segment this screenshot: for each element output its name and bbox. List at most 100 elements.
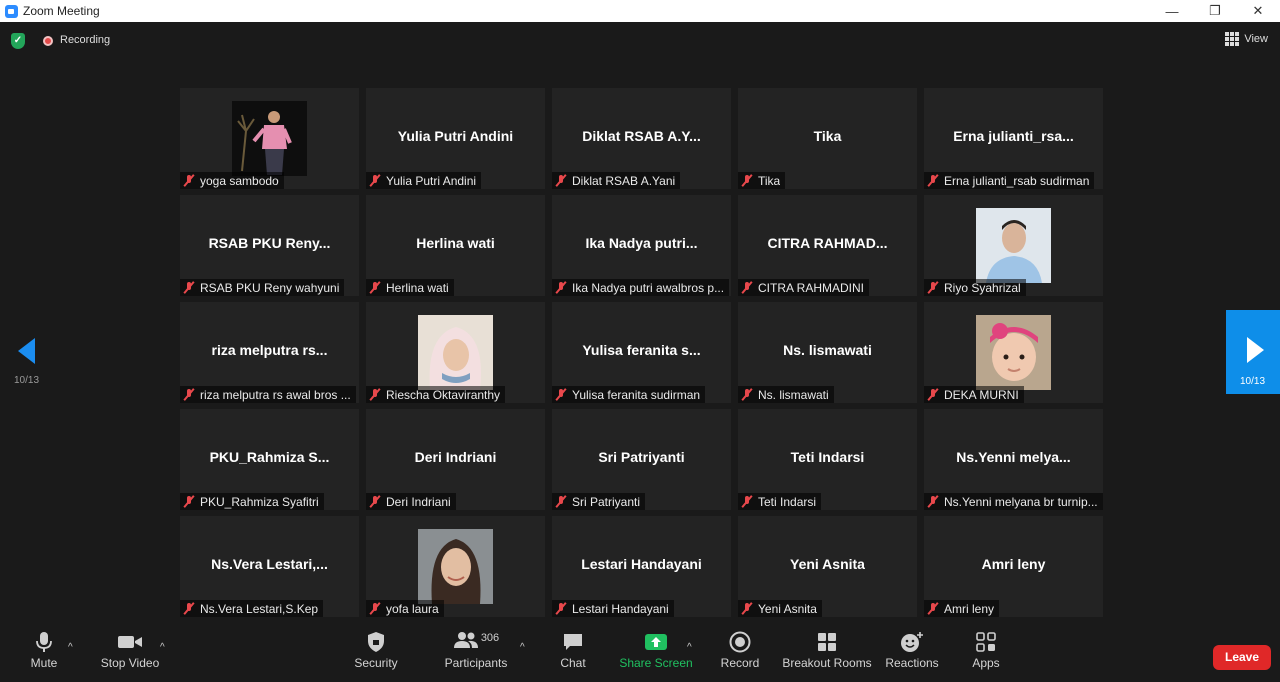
participant-display-name: CITRA RAHMAD...	[767, 235, 888, 251]
participant-display-name: Sri Patriyanti	[598, 449, 685, 465]
next-page-button[interactable]: 10/13	[1226, 310, 1280, 394]
participant-tile[interactable]: Ns.Vera Lestari,... Ns.Vera Lestari,S.Kep	[180, 516, 359, 617]
participant-tile[interactable]: RSAB PKU Reny... RSAB PKU Reny wahyuni	[180, 195, 359, 296]
participant-tile[interactable]: Diklat RSAB A.Y... Diklat RSAB A.Yani	[552, 88, 731, 189]
window-title: Zoom Meeting	[23, 4, 100, 18]
participant-tile[interactable]: Riescha Oktaviranthy	[366, 302, 545, 403]
participant-display-name: riza melputra rs...	[211, 342, 328, 358]
participant-tile[interactable]: Deri Indriani Deri Indriani	[366, 409, 545, 510]
participant-name-label: PKU_Rahmiza Syafitri	[200, 494, 319, 509]
participant-name-label: Lestari Handayani	[572, 601, 669, 616]
reactions-label: Reactions	[885, 656, 939, 670]
participant-name-tag: Yeni Asnita	[738, 600, 822, 617]
record-icon	[729, 628, 751, 656]
encryption-shield-icon[interactable]: ✓	[11, 33, 25, 49]
record-button[interactable]: Record	[720, 628, 760, 682]
muted-microphone-icon	[554, 495, 568, 508]
participant-tile[interactable]: PKU_Rahmiza S... PKU_Rahmiza Syafitri	[180, 409, 359, 510]
participant-tile[interactable]: yofa laura	[366, 516, 545, 617]
meeting-toolbar: Mute ^ Stop Video ^ Security 306 Partici…	[0, 628, 1280, 682]
participant-tile[interactable]: Ns. lismawati Ns. lismawati	[738, 302, 917, 403]
participant-name-tag: yoga sambodo	[180, 172, 284, 189]
participant-name-label: Ika Nadya putri awalbros p...	[572, 280, 725, 295]
participant-tile[interactable]: Ika Nadya putri... Ika Nadya putri awalbr…	[552, 195, 731, 296]
record-label: Record	[720, 656, 760, 670]
security-button[interactable]: Security	[352, 628, 400, 682]
participant-display-name: Yeni Asnita	[790, 556, 865, 572]
participants-people-icon	[453, 631, 479, 654]
mute-button[interactable]: Mute	[24, 628, 64, 682]
grid-view-icon	[1225, 32, 1240, 46]
participant-name-tag: Herlina wati	[366, 279, 454, 296]
meeting-topbar: ✓ Recording View	[0, 22, 1280, 60]
breakout-rooms-button[interactable]: Breakout Rooms	[782, 628, 872, 682]
share-screen-label: Share Screen	[619, 656, 693, 670]
participants-label: Participants	[444, 656, 508, 670]
participant-display-name: PKU_Rahmiza S...	[209, 449, 330, 465]
video-camera-icon	[117, 628, 143, 656]
audio-options-caret-icon[interactable]: ^	[68, 642, 73, 653]
participants-button[interactable]: 306 Participants	[444, 628, 508, 682]
muted-microphone-icon	[926, 602, 940, 615]
leave-button[interactable]: Leave	[1213, 645, 1271, 670]
muted-microphone-icon	[740, 388, 754, 401]
participant-tile[interactable]: Tika Tika	[738, 88, 917, 189]
participant-tile[interactable]: Teti Indarsi Teti Indarsi	[738, 409, 917, 510]
video-options-caret-icon[interactable]: ^	[160, 642, 165, 653]
participant-name-tag: yofa laura	[366, 600, 444, 617]
participant-name-label: CITRA RAHMADINI	[758, 280, 865, 295]
share-screen-icon	[644, 628, 668, 656]
minimize-button[interactable]: —	[1150, 0, 1194, 22]
share-screen-button[interactable]: Share Screen	[619, 628, 693, 682]
participant-name-tag: DEKA MURNI	[924, 386, 1024, 403]
reactions-button[interactable]: Reactions	[885, 628, 939, 682]
muted-microphone-icon	[368, 602, 382, 615]
apps-button[interactable]: Apps	[968, 628, 1004, 682]
chat-button[interactable]: Chat	[556, 628, 590, 682]
participant-tile[interactable]: Yulia Putri Andini Yulia Putri Andini	[366, 88, 545, 189]
participant-tile[interactable]: Lestari Handayani Lestari Handayani	[552, 516, 731, 617]
participant-video-thumbnail	[418, 529, 493, 604]
recording-label[interactable]: Recording	[60, 34, 110, 46]
participant-tile[interactable]: riza melputra rs... riza melputra rs awal…	[180, 302, 359, 403]
participant-tile[interactable]: Yeni Asnita Yeni Asnita	[738, 516, 917, 617]
mute-label: Mute	[30, 656, 58, 670]
close-button[interactable]: ✕	[1236, 0, 1280, 22]
share-options-caret-icon[interactable]: ^	[687, 642, 692, 653]
muted-microphone-icon	[182, 602, 196, 615]
participant-name-tag: Diklat RSAB A.Yani	[552, 172, 681, 189]
participant-name-label: Riyo Syahrizal	[944, 280, 1021, 295]
participant-video-thumbnail	[976, 208, 1051, 283]
participant-name-tag: Ns. lismawati	[738, 386, 834, 403]
participant-tile[interactable]: Amri leny Amri leny	[924, 516, 1103, 617]
participant-name-tag: Lestari Handayani	[552, 600, 674, 617]
previous-page-arrow-icon[interactable]	[18, 338, 35, 364]
participant-tile[interactable]: Sri Patriyanti Sri Patriyanti	[552, 409, 731, 510]
restore-button[interactable]: ❐	[1193, 0, 1237, 22]
participant-tile[interactable]: Riyo Syahrizal	[924, 195, 1103, 296]
participant-name-label: Ns. lismawati	[758, 387, 829, 402]
participant-name-tag: Yulia Putri Andini	[366, 172, 482, 189]
security-shield-icon	[366, 628, 386, 656]
window-titlebar: Zoom Meeting	[0, 0, 1280, 22]
participant-display-name: RSAB PKU Reny...	[208, 235, 331, 251]
participant-tile[interactable]: DEKA MURNI	[924, 302, 1103, 403]
participant-tile[interactable]: Ns.Yenni melya... Ns.Yenni melyana br tur…	[924, 409, 1103, 510]
participant-tile[interactable]: CITRA RAHMAD... CITRA RAHMADINI	[738, 195, 917, 296]
participant-tile[interactable]: Erna julianti_rsa... Erna julianti_rsab s…	[924, 88, 1103, 189]
apps-label: Apps	[972, 656, 1000, 670]
muted-microphone-icon	[368, 174, 382, 187]
view-button[interactable]: View	[1225, 32, 1268, 46]
participant-tile[interactable]: Herlina wati Herlina wati	[366, 195, 545, 296]
security-label: Security	[354, 656, 398, 670]
participant-tile[interactable]: yoga sambodo	[180, 88, 359, 189]
muted-microphone-icon	[740, 174, 754, 187]
participant-name-label: Deri Indriani	[386, 494, 451, 509]
reactions-smiley-icon	[900, 628, 924, 656]
participants-options-caret-icon[interactable]: ^	[520, 642, 525, 653]
participant-tile[interactable]: Yulisa feranita s... Yulisa feranita sudi…	[552, 302, 731, 403]
stop-video-button[interactable]: Stop Video	[98, 628, 162, 682]
previous-page-indicator: 10/13	[14, 375, 40, 386]
participant-name-label: DEKA MURNI	[944, 387, 1019, 402]
participant-name-label: Erna julianti_rsab sudirman	[944, 173, 1090, 188]
